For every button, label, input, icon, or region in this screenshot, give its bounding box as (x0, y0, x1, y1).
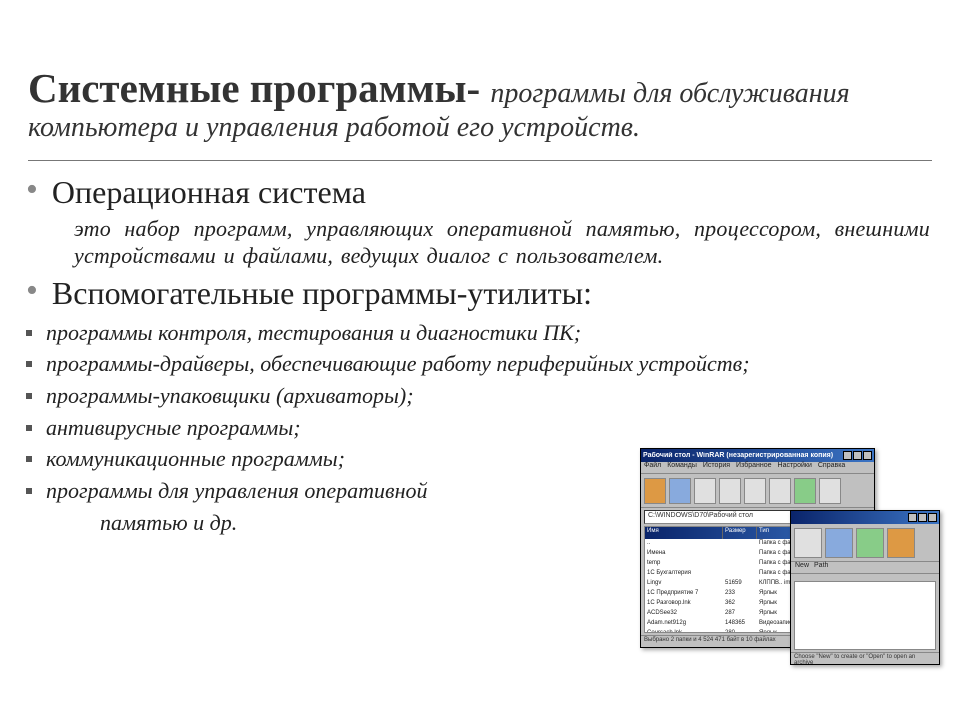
cell: 280 (723, 629, 757, 633)
cell: 51659 (723, 579, 757, 589)
toolbar-icon (887, 528, 915, 558)
bullet-square-icon (26, 425, 32, 431)
menu-item: Справка (818, 462, 845, 473)
menu-item: История (703, 462, 730, 473)
cell: Lingv (645, 579, 723, 589)
toolbar-icon (819, 478, 841, 504)
sub-item-5: программы для управления оперативной (46, 476, 428, 506)
toolbar-icon (694, 478, 716, 504)
tab-item: New (795, 562, 809, 573)
winrar-titlebar: Рабочий стол - WinRAR (незарегистрирован… (643, 452, 833, 459)
cell: 1С Разговор.lnk (645, 599, 723, 609)
archiver-toolbar (791, 524, 939, 562)
sub-item-1: программы-драйверы, обеспечивающие работ… (46, 349, 750, 379)
menu-item: Избранное (736, 462, 771, 473)
toolbar-icon (644, 478, 666, 504)
toolbar-icon (825, 528, 853, 558)
menu-item: Команды (667, 462, 697, 473)
close-icon (863, 451, 872, 460)
sub-item-4: коммуникационные программы; (46, 444, 345, 474)
bullet-icon: • (26, 276, 38, 306)
close-icon (928, 513, 937, 522)
cell: 1С Бухгалтерия (645, 569, 723, 579)
cell: .. (645, 539, 723, 549)
winrar-toolbar (641, 474, 874, 508)
toolbar-icon (769, 478, 791, 504)
slide-title: Системные программы- программы для обслу… (0, 0, 960, 150)
bullet-square-icon (26, 393, 32, 399)
cell: ACDSee32 (645, 609, 723, 619)
toolbar-icon (744, 478, 766, 504)
bullet-square-icon (26, 361, 32, 367)
min-icon (908, 513, 917, 522)
col-size: Размер (723, 527, 757, 539)
cell: 287 (723, 609, 757, 619)
title-underline (28, 160, 932, 161)
max-icon (918, 513, 927, 522)
title-main: Системные программы- (28, 65, 490, 111)
cell (723, 559, 757, 569)
cell (723, 569, 757, 579)
cell (723, 539, 757, 549)
bullet-square-icon (26, 456, 32, 462)
cell: 1С Предприятие 7 (645, 589, 723, 599)
sub-item-0: программы контроля, тестирования и диагн… (46, 318, 581, 348)
menu-item: Настройки (778, 462, 812, 473)
min-icon (843, 451, 852, 460)
cell: Adam.net912g (645, 619, 723, 629)
toolbar-icon (719, 478, 741, 504)
toolbar-icon (794, 528, 822, 558)
col-name: Имя (645, 527, 723, 539)
bullet-icon: • (26, 175, 38, 205)
max-icon (853, 451, 862, 460)
heading-os: Операционная система (52, 175, 366, 211)
toolbar-icon (669, 478, 691, 504)
cell: 233 (723, 589, 757, 599)
archiver-window: New Path Choose "New" to create or "Open… (790, 510, 940, 665)
bullet-square-icon (26, 488, 32, 494)
thumbnail-stack: Рабочий стол - WinRAR (незарегистрирован… (640, 448, 940, 666)
archiver-tabs: New Path (791, 562, 939, 574)
toolbar-icon (856, 528, 884, 558)
cell: Coursach.lnk (645, 629, 723, 633)
cell: 362 (723, 599, 757, 609)
toolbar-icon (794, 478, 816, 504)
cell: Имена (645, 549, 723, 559)
cell: 148365 (723, 619, 757, 629)
archiver-status: Choose "New" to create or "Open" to open… (791, 652, 939, 664)
tab-item: Path (814, 562, 828, 573)
sub-item-2: программы-упаковщики (архиваторы); (46, 381, 414, 411)
cell: temp (645, 559, 723, 569)
winrar-menu: Файл Команды История Избранное Настройки… (641, 462, 874, 474)
cell (723, 549, 757, 559)
menu-item: Файл (644, 462, 661, 473)
sub-item-3: антивирусные программы; (46, 413, 301, 443)
os-definition: это набор программ, управляющих оператив… (52, 215, 930, 270)
bullet-square-icon (26, 330, 32, 336)
archiver-pane (794, 581, 936, 650)
heading-utilities: Вспомогательные программы-утилиты: (52, 276, 592, 312)
